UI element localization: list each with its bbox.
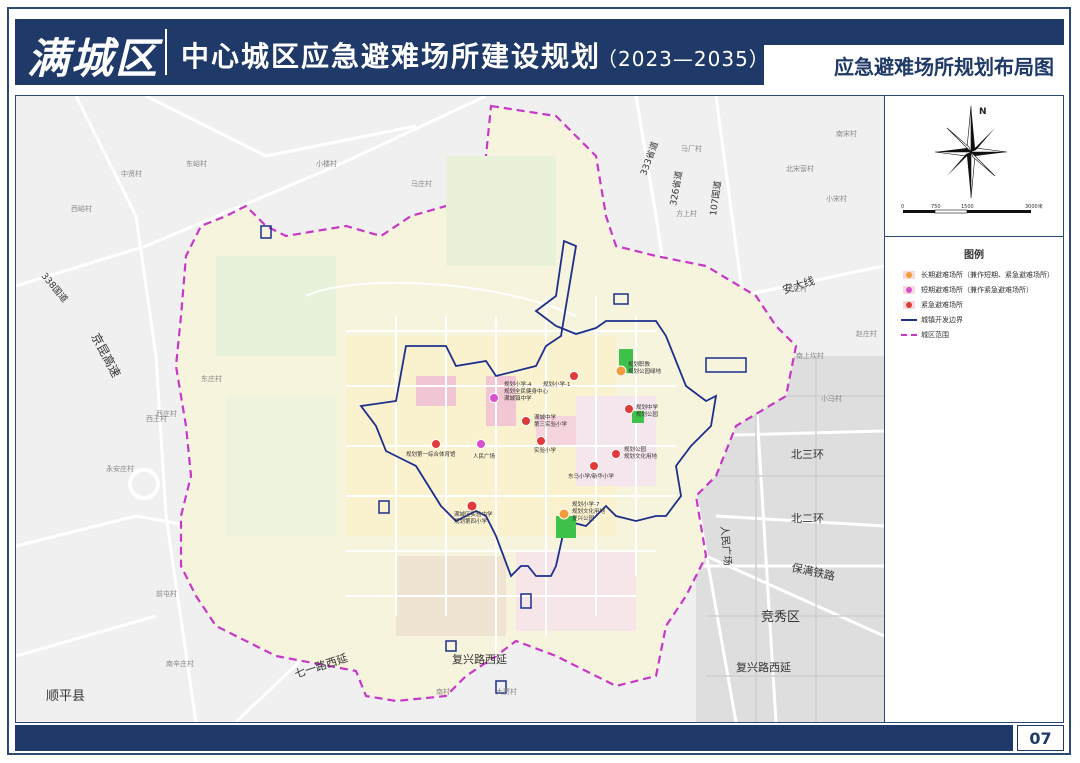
svg-text:南宋村: 南宋村 — [836, 129, 857, 138]
legend-item-short-term: 短期避难场所（兼作紧急避难场所） — [899, 283, 1054, 297]
header-divider — [165, 29, 167, 75]
svg-text:0: 0 — [901, 204, 904, 210]
shelter-label: 规划中学规划公园 — [636, 403, 659, 418]
svg-text:小马村: 小马村 — [821, 394, 842, 403]
svg-text:3000米: 3000米 — [1025, 203, 1043, 210]
svg-text:王庄村: 王庄村 — [786, 284, 807, 293]
svg-text:永安庄村: 永安庄村 — [106, 464, 134, 473]
district-label: 顺平县 — [46, 689, 85, 704]
page-title: 中心城区应急避难场所建设规划 — [181, 40, 602, 73]
compass-icon — [934, 105, 1008, 199]
compass-and-scale: N 0 750 1500 3000米 — [901, 105, 1043, 214]
short-term-shelter-icon — [906, 287, 912, 293]
north-label: N — [979, 107, 987, 117]
road-label: 复兴路西延 — [736, 660, 791, 674]
svg-text:南辛庄村: 南辛庄村 — [166, 659, 194, 668]
svg-text:中贤村: 中贤村 — [121, 169, 142, 178]
svg-text:1500: 1500 — [961, 204, 974, 210]
scale-bar: 0 750 1500 3000米 — [901, 203, 1043, 214]
svg-text:750: 750 — [931, 204, 941, 210]
shelter-label: 实验小学 — [534, 446, 557, 454]
dashed-line-icon — [901, 334, 917, 336]
svg-text:小楼村: 小楼村 — [316, 159, 337, 168]
svg-text:方上村: 方上村 — [676, 209, 697, 218]
brand-logo: 满城区 — [27, 34, 160, 83]
legend-item-city-range: 城区范围 — [899, 328, 1054, 342]
svg-text:南村: 南村 — [436, 687, 450, 696]
legend-title: 图例 — [964, 250, 984, 261]
svg-text:小宋村: 小宋村 — [826, 194, 847, 203]
legend-item-emergency: 紧急避难场所 — [899, 298, 1054, 312]
header-banner: 满城区 中心城区应急避难场所建设规划 （2023—2035） 应急避难场所规划布… — [15, 19, 1064, 85]
solid-line-icon — [901, 319, 917, 321]
svg-text:马庄村: 马庄村 — [411, 179, 432, 188]
svg-text:大贾村: 大贾村 — [496, 687, 517, 696]
long-term-shelter-icon — [906, 272, 912, 278]
map-subtitle: 应急避难场所规划布局图 — [834, 55, 1054, 79]
shelter-label: 人民广场 — [473, 452, 496, 460]
shelter-label: 规划小学-1 — [543, 380, 570, 388]
svg-text:东庄村: 东庄村 — [201, 374, 222, 383]
legend-item-dev-boundary: 城镇开发边界 — [899, 313, 1054, 327]
svg-text:西王村: 西王村 — [146, 414, 167, 423]
legend-divider — [885, 236, 1063, 237]
svg-text:北宋营村: 北宋营村 — [786, 164, 814, 173]
side-panel: N 0 750 1500 3000米 图例 长期避难场所（兼作短期、紧急避难场所… — [884, 95, 1064, 723]
page-number-box: 07 — [1017, 725, 1064, 751]
road-label: 北二环 — [791, 512, 824, 525]
svg-text:东峪村: 东峪村 — [186, 159, 207, 168]
page-number: 07 — [1029, 729, 1052, 748]
map-canvas[interactable]: 竞秀区 顺平县 复兴路西延 复兴路西延 北三环 北二环 保满铁路 安大线 七一路… — [15, 95, 885, 723]
shelter-label: 规划第一综合体育馆 — [406, 450, 456, 458]
road-label: 复兴路西延 — [452, 652, 507, 666]
svg-text:马厂村: 马厂村 — [681, 144, 702, 153]
svg-text:前屯村: 前屯村 — [156, 589, 177, 598]
legend-item-long-term: 长期避难场所（兼作短期、紧急避难场所） — [899, 268, 1054, 282]
legend: 长期避难场所（兼作短期、紧急避难场所） 短期避难场所（兼作紧急避难场所） 紧急避… — [899, 268, 1054, 343]
map-svg: 竞秀区 顺平县 复兴路西延 复兴路西延 北三环 北二环 保满铁路 安大线 七一路… — [16, 96, 884, 722]
shelter-label: 东马小学/新华小学 — [568, 472, 614, 480]
footer-bar — [15, 725, 1013, 751]
subtitle-box: 应急避难场所规划布局图 — [764, 45, 1064, 85]
svg-text:南上坎村: 南上坎村 — [796, 351, 824, 360]
district-label: 竞秀区 — [761, 609, 800, 625]
road-label: 北三环 — [791, 448, 824, 461]
svg-text:赵庄村: 赵庄村 — [856, 329, 877, 338]
title-years: （2023—2035） — [597, 47, 770, 71]
svg-text:西峪村: 西峪村 — [71, 204, 92, 213]
emergency-shelter-icon — [906, 302, 912, 308]
